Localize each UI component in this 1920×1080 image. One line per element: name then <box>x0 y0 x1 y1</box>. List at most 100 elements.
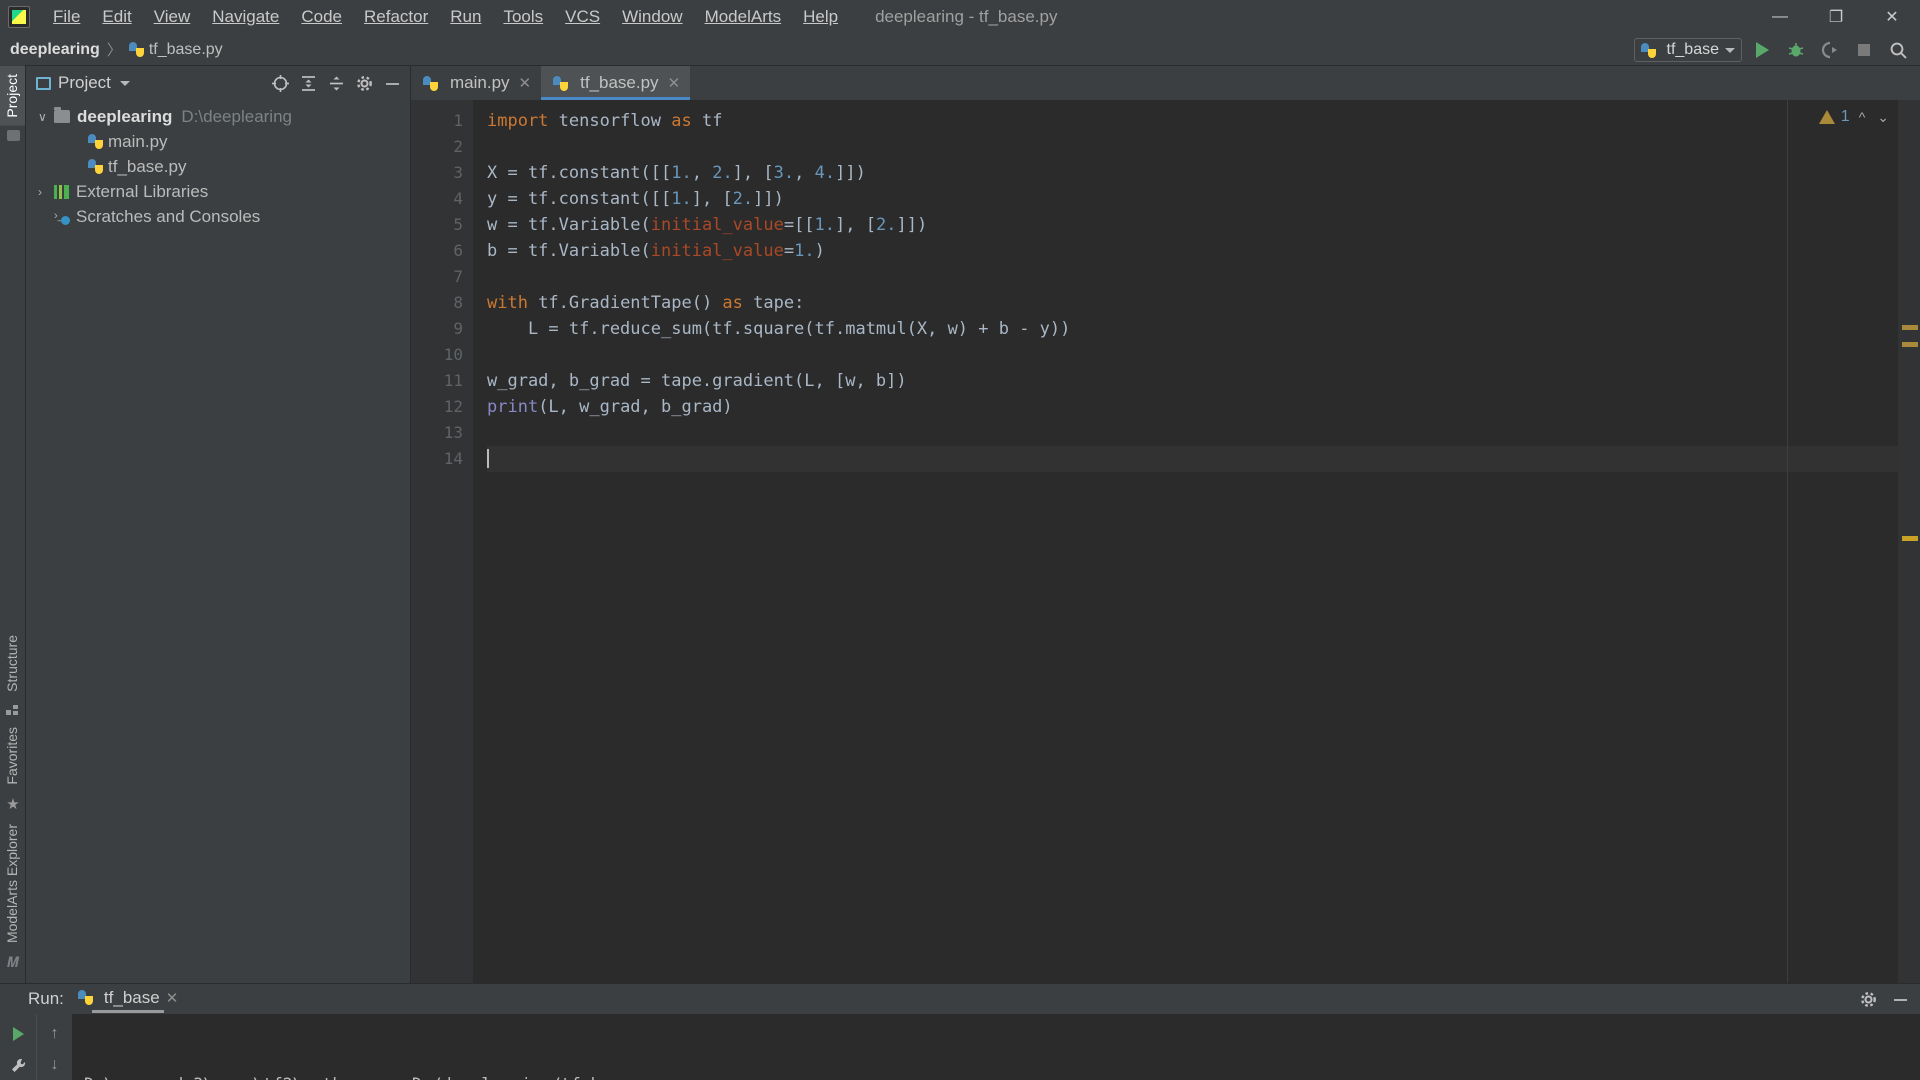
close-icon[interactable]: ✕ <box>166 989 179 1007</box>
tree-node-path: D:\deeplearing <box>181 106 292 126</box>
search-everywhere-button[interactable] <box>1884 36 1912 64</box>
menu-window[interactable]: Window <box>611 3 693 31</box>
modelarts-icon: 𝑴 <box>6 954 20 970</box>
run-with-coverage-button[interactable] <box>1816 36 1844 64</box>
menu-help[interactable]: Help <box>792 3 849 31</box>
chevron-up-icon[interactable]: ^ <box>1856 109 1869 125</box>
warning-marker[interactable] <box>1902 342 1918 347</box>
console-output[interactable]: D:\anaconda3\envs\tf2\python.exe D:/deep… <box>72 1014 1920 1080</box>
chevron-down-icon[interactable]: ⌄ <box>1874 109 1892 126</box>
chevron-right-icon[interactable]: › <box>38 185 54 199</box>
tree-node-main-py[interactable]: main.py <box>26 129 410 154</box>
navigation-bar: deeplearing 〉 tf_base.py tf_base <box>0 34 1920 66</box>
up-the-stack-trace-button[interactable]: ↑ <box>41 1020 69 1048</box>
edit-configuration-button[interactable] <box>4 1051 32 1079</box>
inspection-widget[interactable]: 1 ^ ⌄ <box>1818 108 1892 126</box>
project-rail-icon <box>0 126 26 145</box>
editor-tabs: main.py ✕ tf_base.py ✕ <box>411 66 1920 100</box>
close-icon[interactable]: ✕ <box>519 74 532 92</box>
sidebar-tab-favorites[interactable]: Favorites <box>0 719 25 793</box>
project-window-icon <box>36 76 51 90</box>
code-text[interactable]: import tensorflow as tf X = tf.constant(… <box>473 100 1920 983</box>
code-line: L = tf.reduce_sum(tf.square(tf.matmul(X,… <box>487 319 1071 339</box>
warning-count: 1 <box>1840 108 1850 125</box>
menu-tools[interactable]: Tools <box>492 3 554 31</box>
tab-tf-base-py[interactable]: tf_base.py ✕ <box>541 66 691 100</box>
chevron-down-icon[interactable] <box>119 80 130 86</box>
select-opened-file-icon[interactable] <box>268 71 292 95</box>
line-number: 2 <box>453 137 463 156</box>
minimize-button[interactable]: — <box>1752 0 1808 34</box>
scratch-icon: ›_ <box>54 210 70 225</box>
python-file-icon <box>128 42 144 57</box>
menu-modelarts[interactable]: ModelArts <box>694 3 793 31</box>
menu-edit[interactable]: Edit <box>91 3 142 31</box>
tree-node-tf-base-py[interactable]: tf_base.py <box>26 154 410 179</box>
python-file-icon <box>553 75 569 91</box>
settings-gear-icon[interactable] <box>352 71 376 95</box>
console-line: D:\anaconda3\envs\tf2\python.exe D:/deep… <box>84 1072 1920 1080</box>
sidebar-tab-structure[interactable]: Structure <box>0 627 25 700</box>
menu-vcs[interactable]: VCS <box>554 3 611 31</box>
warning-icon <box>1818 110 1835 124</box>
line-number-gutter: 1 2 3 4 5 6 7 8 9 10 11 12 13 14 <box>411 100 473 983</box>
maximize-button[interactable]: ❐ <box>1808 0 1864 34</box>
menu-file[interactable]: File <box>42 3 91 31</box>
hide-panel-icon[interactable] <box>1886 985 1914 1013</box>
tree-node-external-libraries[interactable]: › External Libraries <box>26 179 410 204</box>
stop-button[interactable] <box>1850 36 1878 64</box>
menu-bar: File Edit View Navigate Code Refactor Ru… <box>0 0 1920 34</box>
warning-marker[interactable] <box>1902 325 1918 330</box>
menu-view[interactable]: View <box>143 3 202 31</box>
menu-refactor[interactable]: Refactor <box>353 3 439 31</box>
rerun-button[interactable] <box>4 1020 32 1048</box>
run-tab-tf-base[interactable]: tf_base ✕ <box>77 988 179 1013</box>
tree-node-scratches-and-consoles[interactable]: ›_ Scratches and Consoles <box>26 204 410 229</box>
chevron-down-icon[interactable]: ∨ <box>38 110 54 124</box>
search-icon <box>1890 42 1907 59</box>
code-editor[interactable]: 1 2 3 4 5 6 7 8 9 10 11 12 13 14 import … <box>411 100 1920 983</box>
line-number: 3 <box>453 163 463 182</box>
tree-node-deeplearing[interactable]: ∨ deeplearing D:\deeplearing <box>26 104 410 129</box>
expand-all-icon[interactable] <box>296 71 320 95</box>
wrench-icon <box>11 1058 25 1072</box>
close-icon[interactable]: ✕ <box>668 74 681 92</box>
menu-navigate[interactable]: Navigate <box>201 3 290 31</box>
python-file-icon <box>88 134 103 149</box>
tree-node-label: tf_base.py <box>108 156 187 176</box>
collapse-all-icon[interactable] <box>324 71 348 95</box>
line-number: 4 <box>453 189 463 208</box>
line-number: 8 <box>453 293 463 312</box>
menu-run[interactable]: Run <box>439 3 492 31</box>
hide-panel-icon[interactable] <box>380 71 404 95</box>
run-configuration-label: tf_base <box>1666 41 1719 58</box>
sidebar-tab-modelarts-explorer[interactable]: ModelArts Explorer <box>0 816 25 951</box>
todo-marker[interactable] <box>1902 536 1918 541</box>
run-actions-left <box>0 1014 36 1080</box>
inspection-scrollbar[interactable] <box>1898 100 1920 983</box>
project-panel-tools <box>268 71 404 95</box>
tab-main-py[interactable]: main.py ✕ <box>411 66 541 100</box>
run-button[interactable] <box>1748 36 1776 64</box>
tree-node-label: main.py <box>108 131 168 151</box>
line-number: 9 <box>453 319 463 338</box>
pycharm-logo-icon <box>8 6 30 28</box>
debug-button[interactable] <box>1782 36 1810 64</box>
run-configuration-selector[interactable]: tf_base <box>1633 38 1742 62</box>
project-panel-header: Project <box>26 66 410 100</box>
structure-icon <box>0 699 26 719</box>
close-button[interactable]: ✕ <box>1864 0 1920 34</box>
main-area: Project Structure Favorites ★ ModelArts … <box>0 66 1920 983</box>
sidebar-tab-project[interactable]: Project <box>0 66 25 126</box>
down-the-stack-trace-button[interactable]: ↓ <box>41 1051 69 1079</box>
settings-gear-icon[interactable] <box>1854 985 1882 1013</box>
window-controls: — ❐ ✕ <box>1752 0 1920 34</box>
tree-node-label: Scratches and Consoles <box>76 206 261 226</box>
breadcrumb-file[interactable]: tf_base.py <box>149 41 223 59</box>
left-tool-rail: Project Structure Favorites ★ ModelArts … <box>0 66 26 983</box>
breadcrumb-project[interactable]: deeplearing <box>10 41 100 59</box>
code-line: X = tf.constant([[1., 2.], [3., 4.]]) <box>487 163 866 183</box>
code-line: w = tf.Variable(initial_value=[[1.], [2.… <box>487 215 928 235</box>
menu-code[interactable]: Code <box>290 3 353 31</box>
